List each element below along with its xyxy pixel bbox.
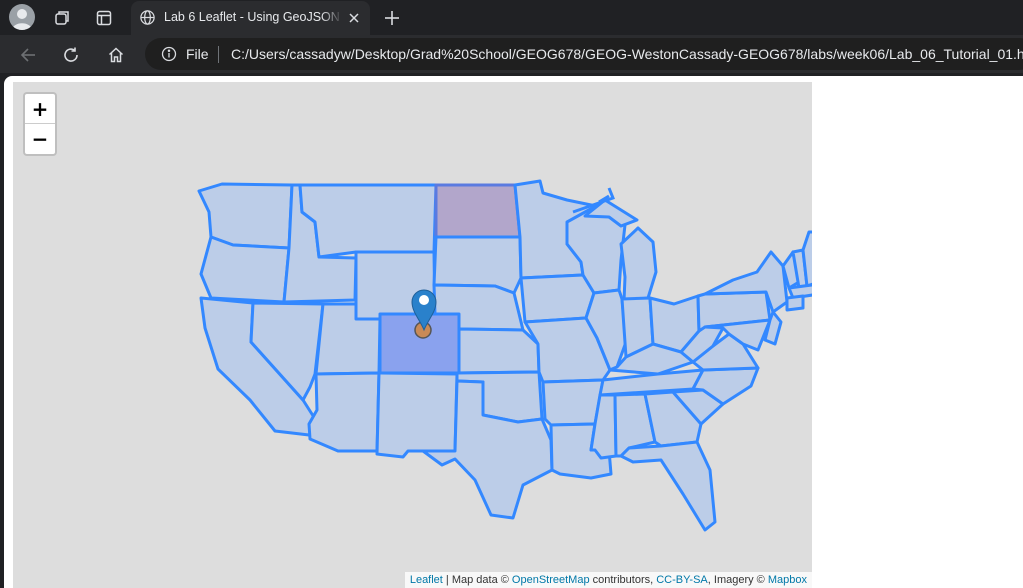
url-text[interactable]: C:/Users/cassadyw/Desktop/Grad%20School/… xyxy=(231,46,1023,62)
address-bar[interactable]: File C:/Users/cassadyw/Desktop/Grad%20Sc… xyxy=(145,38,1023,70)
state-arkansas xyxy=(541,378,605,427)
workspaces-icon[interactable] xyxy=(49,5,75,31)
state-montana xyxy=(298,183,438,259)
globe-icon xyxy=(139,9,156,31)
page-viewport: + − Leaflet | Map data © OpenStreetMap c… xyxy=(4,76,1023,588)
attribution-contributors-text: contributors, xyxy=(589,574,657,586)
new-tab-icon[interactable] xyxy=(379,5,405,31)
leaflet-link[interactable]: Leaflet xyxy=(410,574,443,586)
state-kansas xyxy=(457,327,541,375)
info-icon[interactable] xyxy=(161,46,177,67)
state-connecticut xyxy=(785,294,805,312)
refresh-icon[interactable] xyxy=(58,42,84,68)
attribution-imagery-text: , Imagery © xyxy=(707,574,768,586)
home-icon[interactable] xyxy=(103,42,129,68)
toolbar: File C:/Users/cassadyw/Desktop/Grad%20Sc… xyxy=(0,35,1023,73)
profile-avatar-icon[interactable] xyxy=(9,4,35,30)
active-tab[interactable]: Lab 6 Leaflet - Using GeoJSON with Leafl… xyxy=(131,1,370,35)
state-florida xyxy=(619,440,717,532)
back-icon[interactable] xyxy=(15,42,41,68)
state-arizona xyxy=(307,371,381,453)
site-scheme-label[interactable]: File xyxy=(186,46,209,62)
us-states-geojson xyxy=(197,179,812,532)
openstreetmap-link[interactable]: OpenStreetMap xyxy=(512,574,590,586)
state-iowa xyxy=(519,273,596,324)
tab-strip: Lab 6 Leaflet - Using GeoJSON with Leafl… xyxy=(0,0,1023,35)
state-north-dakota xyxy=(434,183,522,239)
tab-title: Lab 6 Leaflet - Using GeoJSON with Leafl… xyxy=(164,10,342,24)
zoom-out-button[interactable]: − xyxy=(25,124,55,154)
state-michigan xyxy=(619,226,658,303)
attribution-mapdata-text: | Map data © xyxy=(442,574,512,586)
tab-title-fade xyxy=(321,1,343,35)
zoom-control: + − xyxy=(23,92,57,156)
state-new-mexico xyxy=(375,371,459,459)
close-tab-icon[interactable] xyxy=(348,11,360,29)
mapbox-link[interactable]: Mapbox xyxy=(768,574,807,586)
map-attribution: Leaflet | Map data © OpenStreetMap contr… xyxy=(404,572,812,588)
license-link[interactable]: CC-BY-SA xyxy=(656,574,708,586)
tab-actions-icon[interactable] xyxy=(91,5,117,31)
leaflet-map[interactable]: + − Leaflet | Map data © OpenStreetMap c… xyxy=(13,82,812,588)
state-oregon xyxy=(199,235,291,304)
zoom-in-button[interactable]: + xyxy=(25,94,55,124)
address-separator xyxy=(218,46,219,63)
